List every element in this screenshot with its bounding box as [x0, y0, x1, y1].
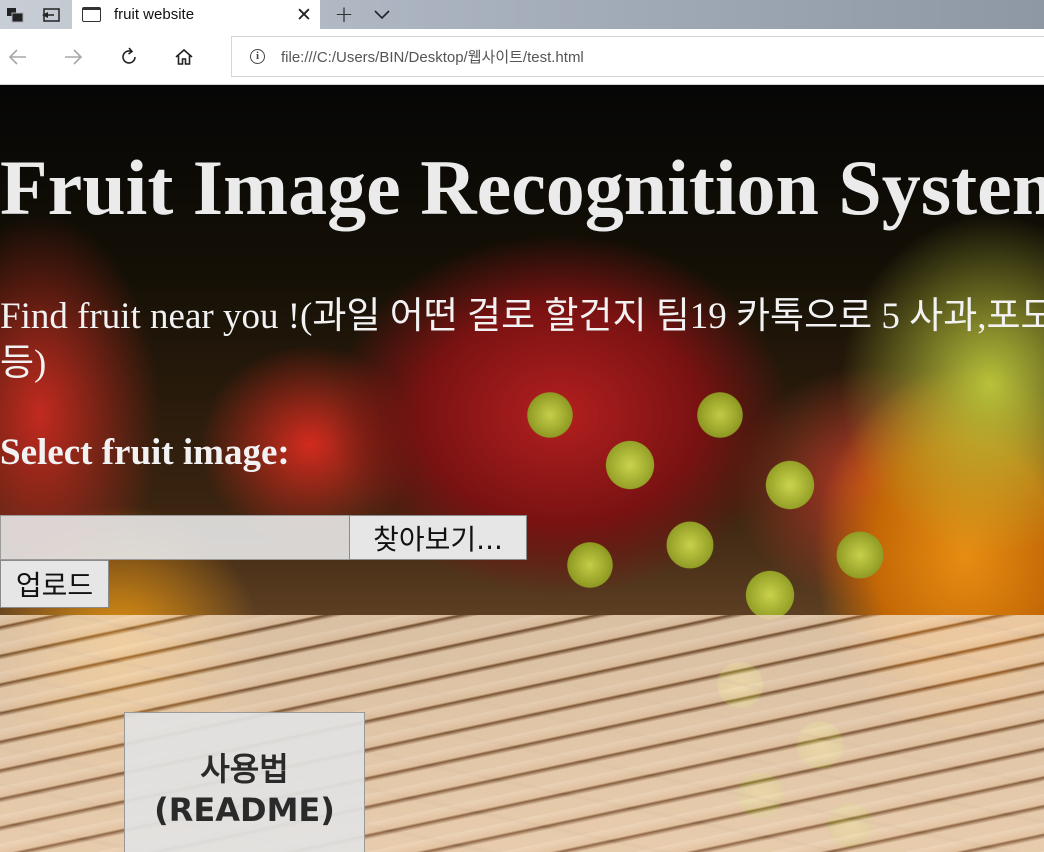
file-path-field[interactable] [0, 515, 349, 560]
upload-button[interactable]: 업로드 [0, 560, 109, 608]
page-viewport: Fruit Image Recognition System Find frui… [0, 85, 1044, 852]
tab-strip: fruit website ✕ + [0, 0, 1044, 29]
refresh-icon[interactable] [111, 39, 147, 75]
close-icon[interactable]: ✕ [288, 4, 320, 26]
readme-button[interactable]: 사용법 (README) [124, 712, 365, 852]
url-text[interactable]: file:///C:/Users/BIN/Desktop/웹사이트/test.h… [281, 46, 584, 67]
navigation-bar: i file:///C:/Users/BIN/Desktop/웹사이트/test… [0, 29, 1044, 85]
readme-label-korean: 사용법 [200, 750, 289, 788]
tab-fruit-website[interactable]: fruit website ✕ [72, 0, 320, 29]
tab-preview-icon[interactable] [0, 0, 30, 29]
back-arrow-icon[interactable] [0, 39, 36, 75]
home-icon[interactable] [166, 39, 202, 75]
readme-label-english: (README) [154, 791, 335, 829]
forward-arrow-icon[interactable] [55, 39, 91, 75]
tab-title: fruit website [114, 6, 195, 23]
page-content: Fruit Image Recognition System Find frui… [0, 85, 1044, 852]
address-bar[interactable]: i file:///C:/Users/BIN/Desktop/웹사이트/test… [231, 36, 1044, 77]
page-title: Fruit Image Recognition System [0, 144, 1044, 231]
tabs-aside-icon[interactable] [34, 0, 68, 29]
info-icon[interactable]: i [250, 49, 265, 64]
page-subtitle: Find fruit near you !(과일 어떤 걸로 할건지 팀19 카… [0, 296, 1044, 384]
select-image-label: Select fruit image: [0, 432, 290, 473]
chevron-down-icon[interactable] [365, 0, 399, 29]
browse-button[interactable]: 찾아보기... [349, 515, 527, 560]
page-icon [82, 7, 101, 22]
plus-icon[interactable]: + [327, 0, 361, 29]
